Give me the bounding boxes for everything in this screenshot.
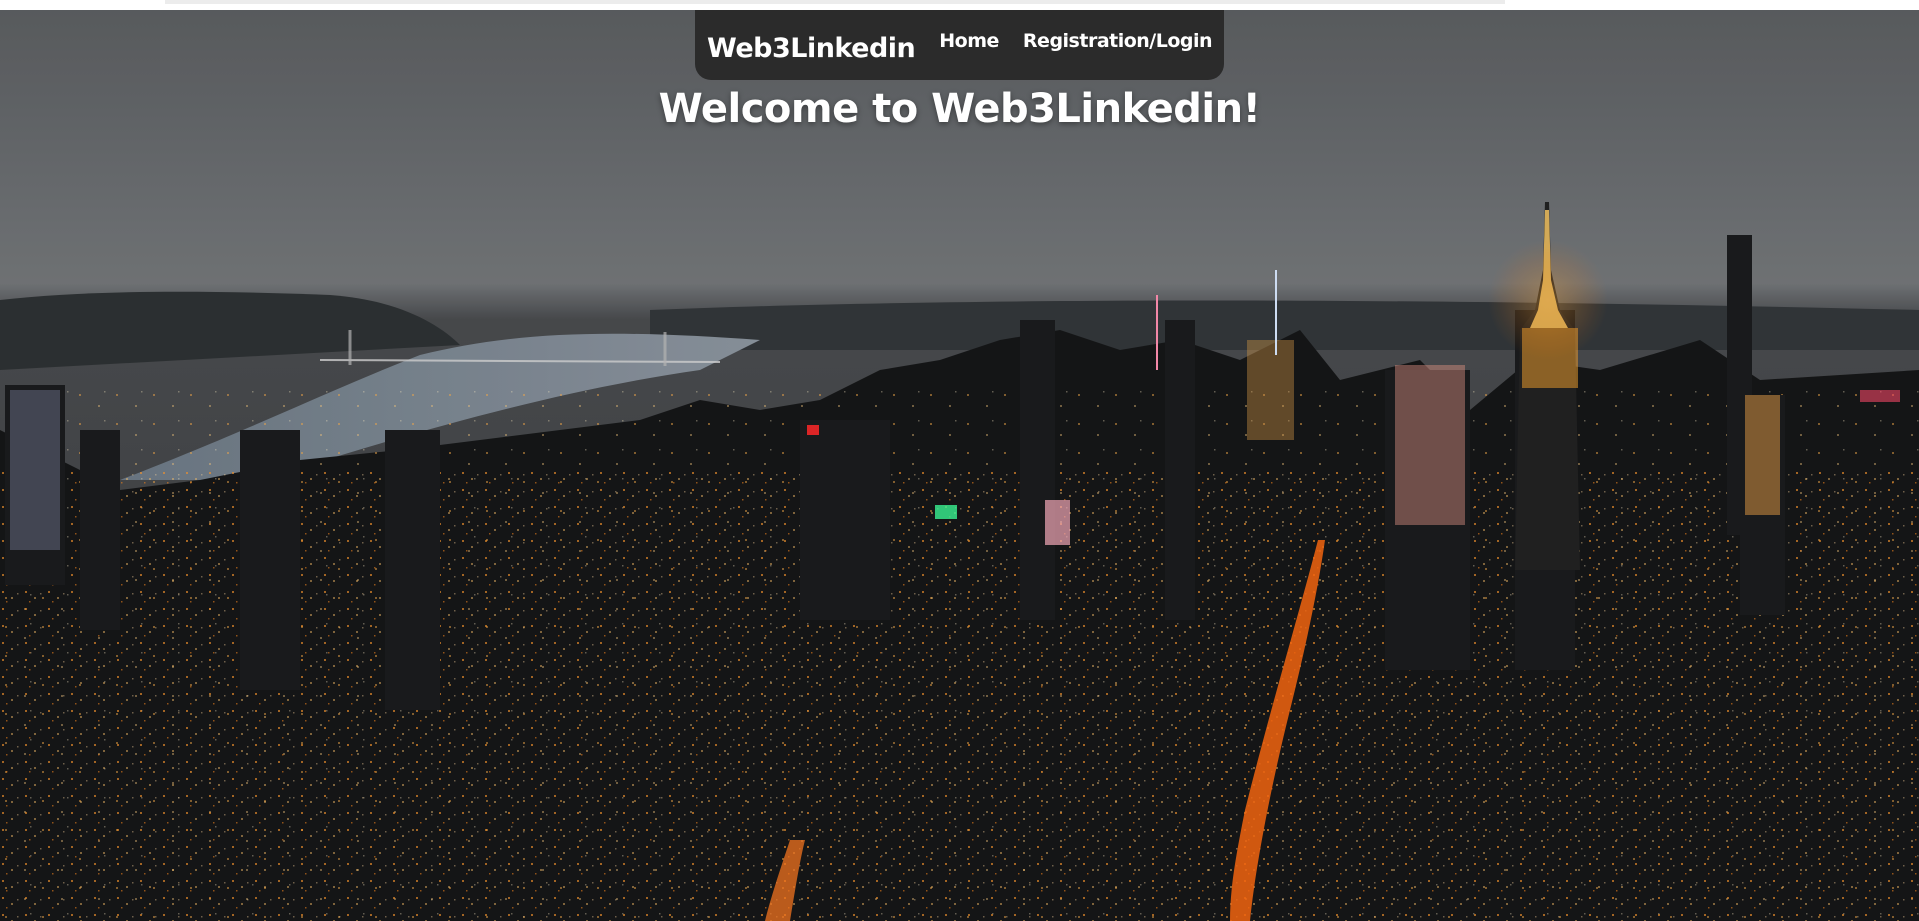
hero-background-image — [0, 10, 1919, 921]
city-skyline-image — [0, 10, 1919, 921]
top-divider — [165, 0, 1505, 4]
nav-link-home[interactable]: Home — [939, 30, 999, 52]
navbar: Web3Linkedin Home Registration/Login — [695, 10, 1224, 80]
nav-link-registration-login[interactable]: Registration/Login — [1023, 30, 1213, 52]
welcome-heading: Welcome to Web3Linkedin! — [658, 86, 1261, 132]
top-strip — [0, 0, 1919, 10]
brand-logo-link[interactable]: Web3Linkedin — [707, 33, 916, 64]
